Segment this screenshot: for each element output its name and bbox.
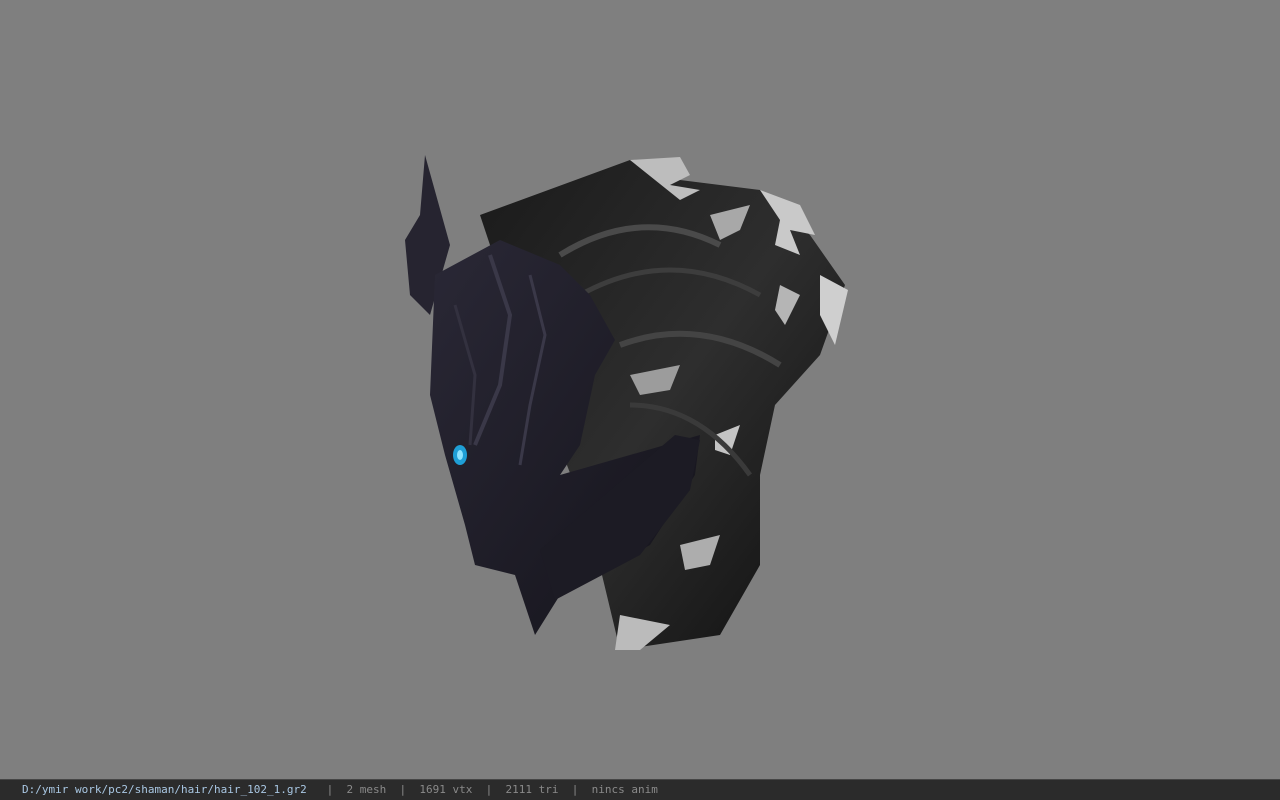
helmet-model	[405, 155, 848, 650]
vertex-count: 1691 vtx	[419, 783, 473, 796]
3d-viewport[interactable]	[0, 0, 1280, 779]
mesh-count: 2 mesh	[346, 783, 387, 796]
status-bar: D:/ymir work/pc2/shaman/hair/hair_102_1.…	[0, 779, 1280, 800]
file-path: D:/ymir work/pc2/shaman/hair/hair_102_1.…	[22, 783, 307, 796]
separator: |	[326, 783, 334, 796]
animation-status: nincs anim	[591, 783, 658, 796]
triangle-count: 2111 tri	[505, 783, 559, 796]
separator: |	[485, 783, 493, 796]
separator: |	[571, 783, 579, 796]
separator: |	[399, 783, 407, 796]
